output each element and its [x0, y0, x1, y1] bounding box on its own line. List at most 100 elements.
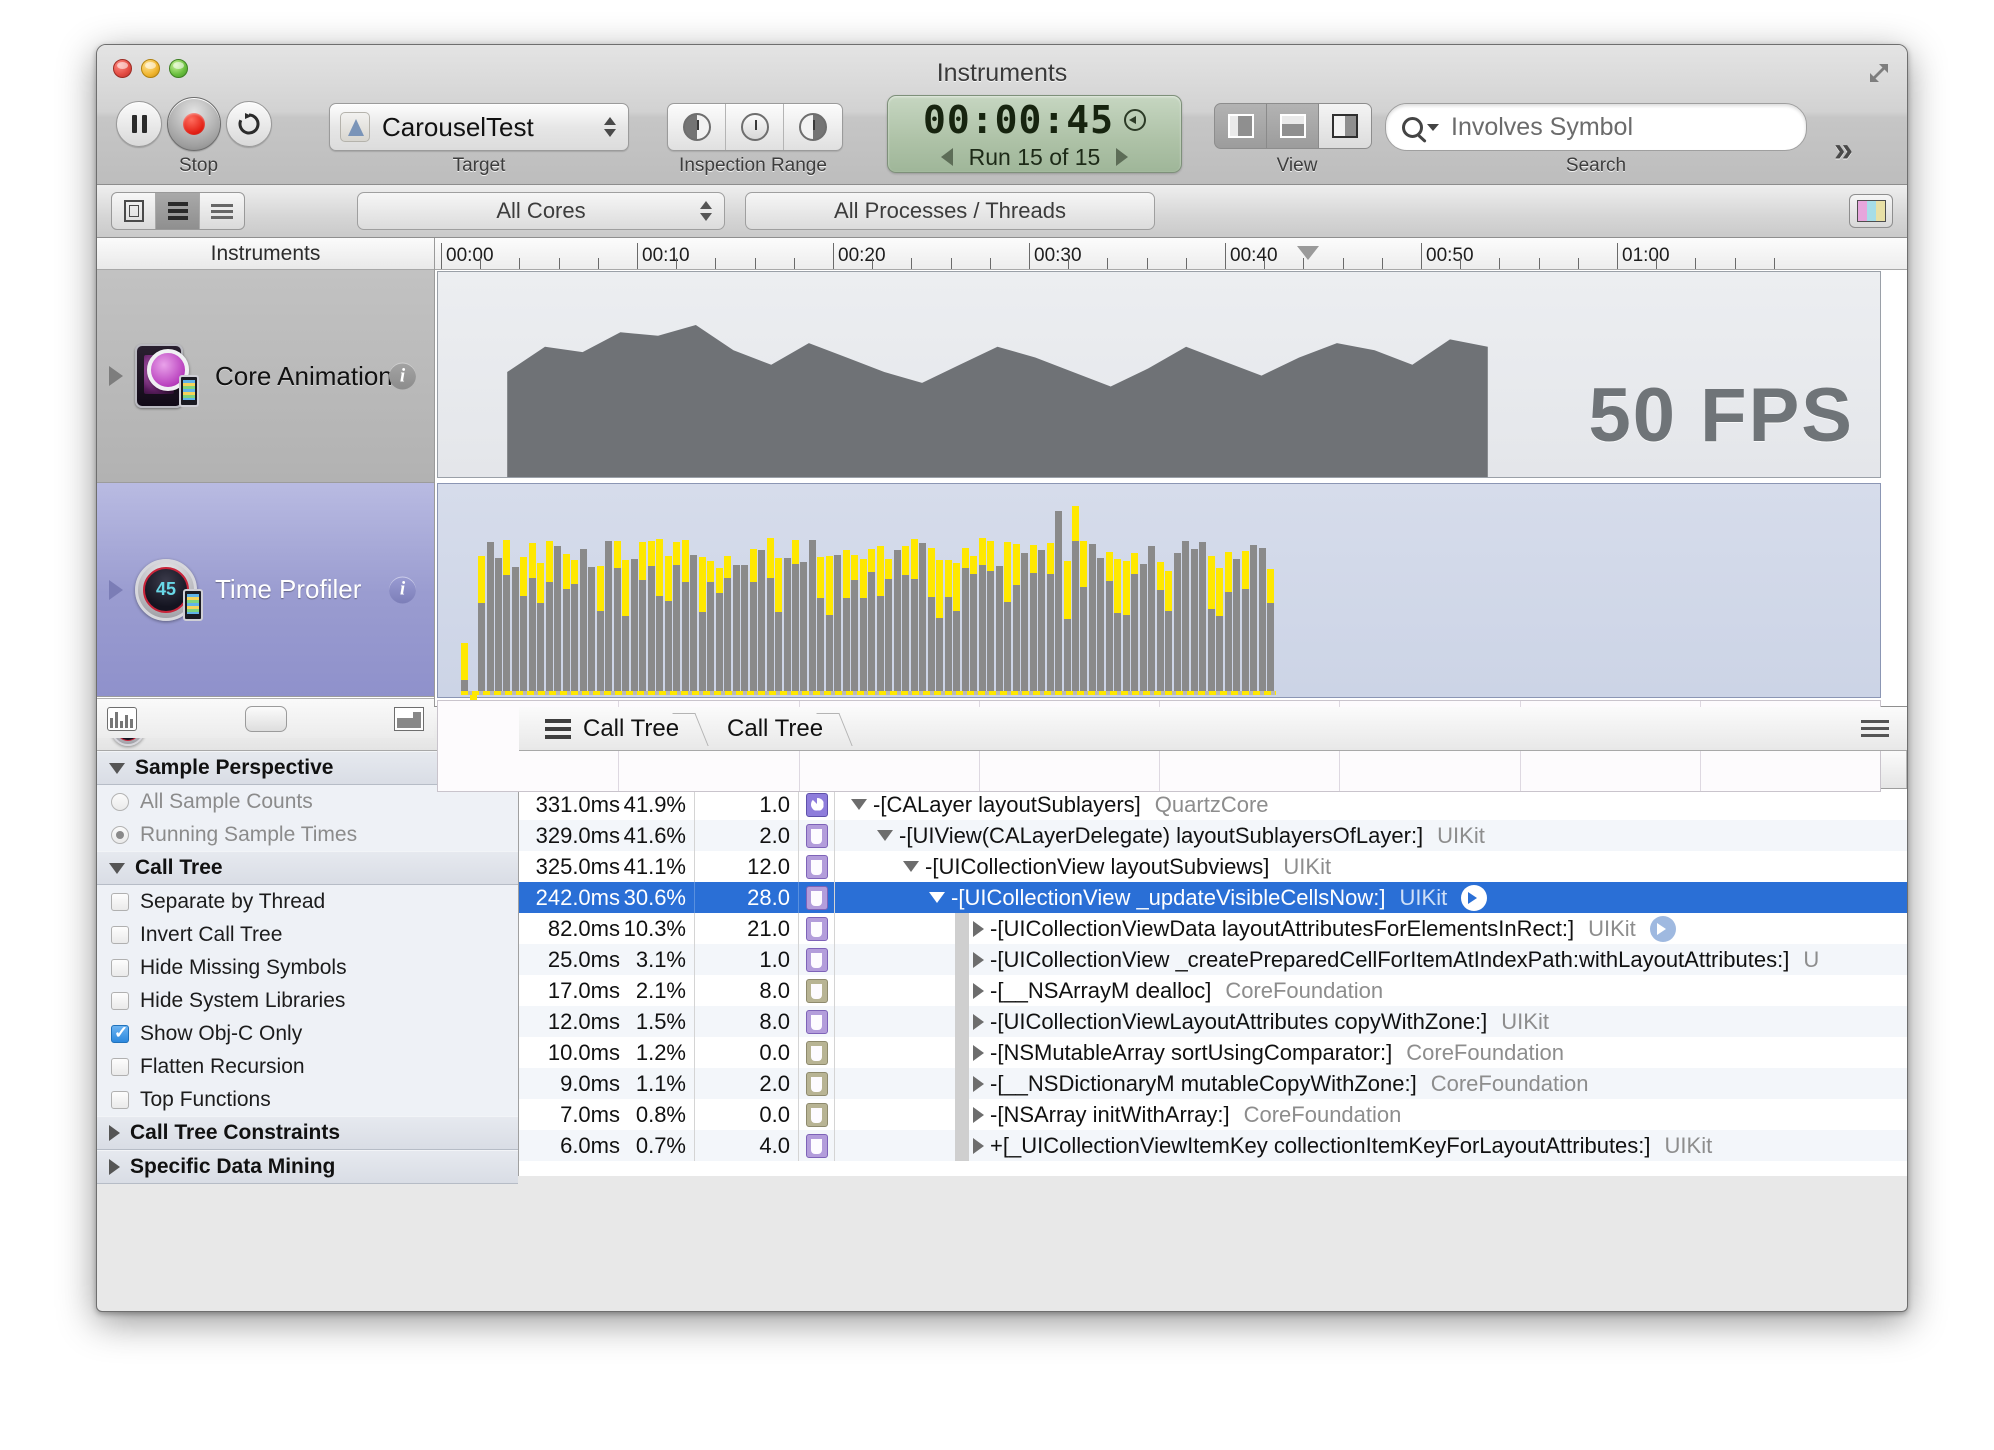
radio-button[interactable] [111, 792, 129, 811]
ruler-tick-minor [480, 258, 482, 269]
pause-button[interactable] [116, 101, 162, 147]
expand-arrows-icon[interactable] [1865, 61, 1891, 87]
ruler-tick [1029, 243, 1030, 269]
checkbox[interactable] [111, 1023, 129, 1043]
resize-handle[interactable] [244, 705, 287, 732]
cell-running-time: 17.0ms 2.1% [519, 975, 695, 1006]
cpu-sample-bar [1182, 541, 1190, 691]
cpu-sample-bar [885, 559, 893, 691]
section-header-call-tree[interactable]: Call Tree [97, 851, 518, 885]
table-row[interactable]: 12.0ms 1.5% 8.0 -[UICollectionViewLayoutAtt… [519, 1006, 1907, 1037]
option-show-obj-c-only[interactable]: Show Obj-C Only [97, 1017, 518, 1050]
pane-layout-icon[interactable] [394, 706, 424, 731]
disclosure-open-icon[interactable] [929, 892, 945, 903]
disclosure-closed-icon[interactable] [973, 1013, 984, 1030]
option-hide-system-libraries[interactable]: Hide System Libraries [97, 984, 518, 1017]
info-icon[interactable]: i [389, 362, 416, 390]
list-menu-icon[interactable] [1861, 720, 1889, 737]
right-arrow-icon[interactable] [1116, 148, 1129, 166]
option-invert-call-tree[interactable]: Invert Call Tree [97, 918, 518, 951]
instrument-row-core-animation[interactable]: Core Animation i [97, 270, 434, 483]
view-left-pane-button[interactable] [1215, 104, 1267, 148]
cpu-sample-bar [495, 558, 502, 691]
table-row[interactable]: 325.0ms 41.1% 12.0 -[UICollectionView layou… [519, 851, 1907, 882]
checkbox[interactable] [111, 1057, 129, 1076]
checkbox[interactable] [111, 958, 129, 977]
option-separate-by-thread[interactable]: Separate by Thread [97, 885, 518, 918]
run-timer-display[interactable]: 00:00:45 Run 15 of 15 [887, 95, 1182, 173]
breadcrumb-item-1[interactable]: Call Tree [519, 707, 701, 750]
range-start-button[interactable] [668, 104, 726, 150]
double-chevron-right-icon[interactable]: » [1834, 131, 1853, 170]
histogram-icon[interactable] [107, 706, 137, 731]
tree-guide [955, 1006, 969, 1037]
disclosure-closed-icon[interactable] [973, 951, 984, 968]
section-header-specific-data-mining[interactable]: Specific Data Mining [97, 1150, 518, 1184]
disclosure-open-icon[interactable] [851, 799, 867, 810]
checkbox[interactable] [111, 1090, 129, 1109]
table-row[interactable]: 6.0ms 0.7% 4.0 +[_UICollectionViewItemKey c… [519, 1130, 1907, 1161]
left-arrow-icon[interactable] [940, 148, 953, 166]
disclosure-closed-icon[interactable] [973, 982, 984, 999]
range-end-button[interactable] [784, 104, 842, 150]
disclosure-open-icon[interactable] [903, 861, 919, 872]
extended-detail-button[interactable] [200, 193, 244, 229]
loop-button[interactable] [226, 101, 272, 147]
breadcrumb-item-2[interactable]: Call Tree [701, 707, 845, 750]
table-row[interactable]: 331.0ms 41.9% 1.0 -[CALayer layoutSublayers… [519, 789, 1907, 820]
table-row[interactable]: 9.0ms 1.1% 2.0 -[__NSDictionaryM mutableCop… [519, 1068, 1907, 1099]
section-header-call-tree-constraints[interactable]: Call Tree Constraints [97, 1116, 518, 1150]
table-row[interactable]: 17.0ms 2.1% 8.0 -[__NSArrayM dealloc] CoreFo… [519, 975, 1907, 1006]
view-right-pane-button[interactable] [1319, 104, 1371, 148]
view-bottom-pane-icon [1279, 114, 1306, 138]
table-row[interactable]: 82.0ms 10.3% 21.0 -[UICollectionViewData la… [519, 913, 1907, 944]
disclosure-closed-icon[interactable] [973, 1106, 984, 1123]
disclosure-closed-icon[interactable] [973, 1044, 984, 1061]
list-view-button[interactable] [156, 193, 200, 229]
ruler-tick-minor [1577, 258, 1579, 269]
focus-arrow-icon[interactable] [1649, 915, 1676, 942]
record-button[interactable] [167, 97, 221, 151]
table-row[interactable]: 329.0ms 41.6% 2.0 -[UIView(CALayerDelegate)… [519, 820, 1907, 851]
timeline-ruler[interactable]: 00:00 00:10 00:20 00:30 00:40 00:50 01:00 [435, 238, 1907, 270]
target-popup-button[interactable]: CarouselTest [329, 103, 629, 151]
detail-view-button[interactable] [112, 193, 156, 229]
playhead-marker-icon[interactable] [1297, 246, 1319, 260]
cores-popup-button[interactable]: All Cores [357, 192, 725, 230]
checkbox[interactable] [111, 892, 129, 911]
option-label: Show Obj-C Only [140, 1021, 303, 1045]
disclosure-open-icon[interactable] [877, 830, 893, 841]
option-running-sample-times[interactable]: Running Sample Times [97, 818, 518, 851]
table-row[interactable]: 242.0ms 30.6% 28.0 -[UICollectionView _upda… [519, 882, 1907, 913]
color-palette-button[interactable] [1849, 194, 1893, 228]
option-flatten-recursion[interactable]: Flatten Recursion [97, 1050, 518, 1083]
dial-icon[interactable] [1124, 108, 1147, 131]
processes-popup-button[interactable]: All Processes / Threads [745, 192, 1155, 230]
view-bottom-pane-button[interactable] [1267, 104, 1319, 148]
disclosure-closed-icon[interactable] [973, 920, 984, 937]
table-row[interactable]: 10.0ms 1.2% 0.0 -[NSMutableArray sortUsingC… [519, 1037, 1907, 1068]
core-animation-graph[interactable]: 50 FPS [437, 271, 1881, 478]
time-profiler-graph[interactable] [437, 483, 1881, 714]
focus-arrow-icon[interactable] [1461, 884, 1488, 911]
option-hide-missing-symbols[interactable]: Hide Missing Symbols [97, 951, 518, 984]
checkbox[interactable] [111, 991, 129, 1010]
chevron-down-icon[interactable] [1427, 123, 1439, 131]
objc-overhead-segment [851, 555, 859, 580]
search-input[interactable]: Involves Symbol [1385, 103, 1807, 151]
table-row[interactable]: 7.0ms 0.8% 0.0 -[NSArray initWithArray:] Cor… [519, 1099, 1907, 1130]
cpu-sample-bar [859, 559, 867, 691]
disclosure-triangle-icon[interactable] [109, 366, 123, 386]
checkbox[interactable] [111, 925, 129, 944]
table-row[interactable]: 25.0ms 3.1% 1.0 -[UICollectionView _createP… [519, 944, 1907, 975]
disclosure-closed-icon[interactable] [973, 1075, 984, 1092]
disclosure-triangle-icon[interactable] [109, 579, 123, 600]
instrument-row-time-profiler[interactable]: 45 Time Profiler i [97, 483, 434, 697]
info-icon[interactable]: i [389, 576, 416, 603]
library-label: CoreFoundation [1406, 1039, 1565, 1065]
range-full-button[interactable] [726, 104, 784, 150]
disclosure-closed-icon[interactable] [973, 1137, 984, 1154]
radio-button[interactable] [111, 825, 129, 844]
objc-overhead-segment [1029, 545, 1037, 573]
option-top-functions[interactable]: Top Functions [97, 1083, 518, 1116]
